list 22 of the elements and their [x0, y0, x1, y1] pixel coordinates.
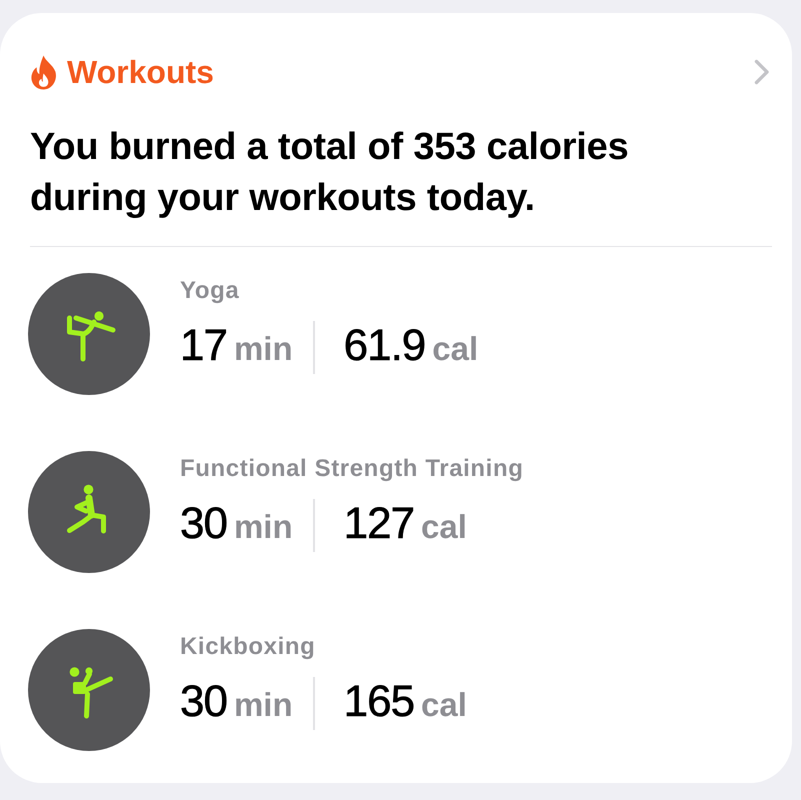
- chevron-right-icon[interactable]: [754, 59, 770, 85]
- duration-unit: min: [234, 685, 293, 725]
- lunge-figure-icon: [28, 451, 150, 573]
- calories-unit: cal: [421, 685, 467, 725]
- calories-unit: cal: [432, 329, 478, 369]
- duration-value: 30: [180, 677, 227, 727]
- calories-value: 165: [344, 677, 414, 727]
- calories-unit: cal: [421, 507, 467, 547]
- flame-icon: [30, 54, 57, 90]
- workout-name: Yoga: [180, 276, 240, 306]
- kicking-figure-icon: [28, 629, 150, 751]
- calories-value: 61.9: [344, 321, 426, 371]
- duration-value: 17: [180, 321, 227, 371]
- summary-text: You burned a total of 353 calories during your workouts today.: [30, 125, 630, 221]
- calories-value: 127: [344, 499, 414, 549]
- section-title: Workouts: [67, 53, 214, 91]
- workout-name: Kickboxing: [180, 632, 316, 662]
- workout-name: Functional Strength Training: [180, 454, 524, 484]
- yoga-pose-icon: [28, 273, 150, 395]
- duration-unit: min: [234, 329, 293, 369]
- duration-unit: min: [234, 507, 293, 547]
- duration-value: 30: [180, 499, 227, 549]
